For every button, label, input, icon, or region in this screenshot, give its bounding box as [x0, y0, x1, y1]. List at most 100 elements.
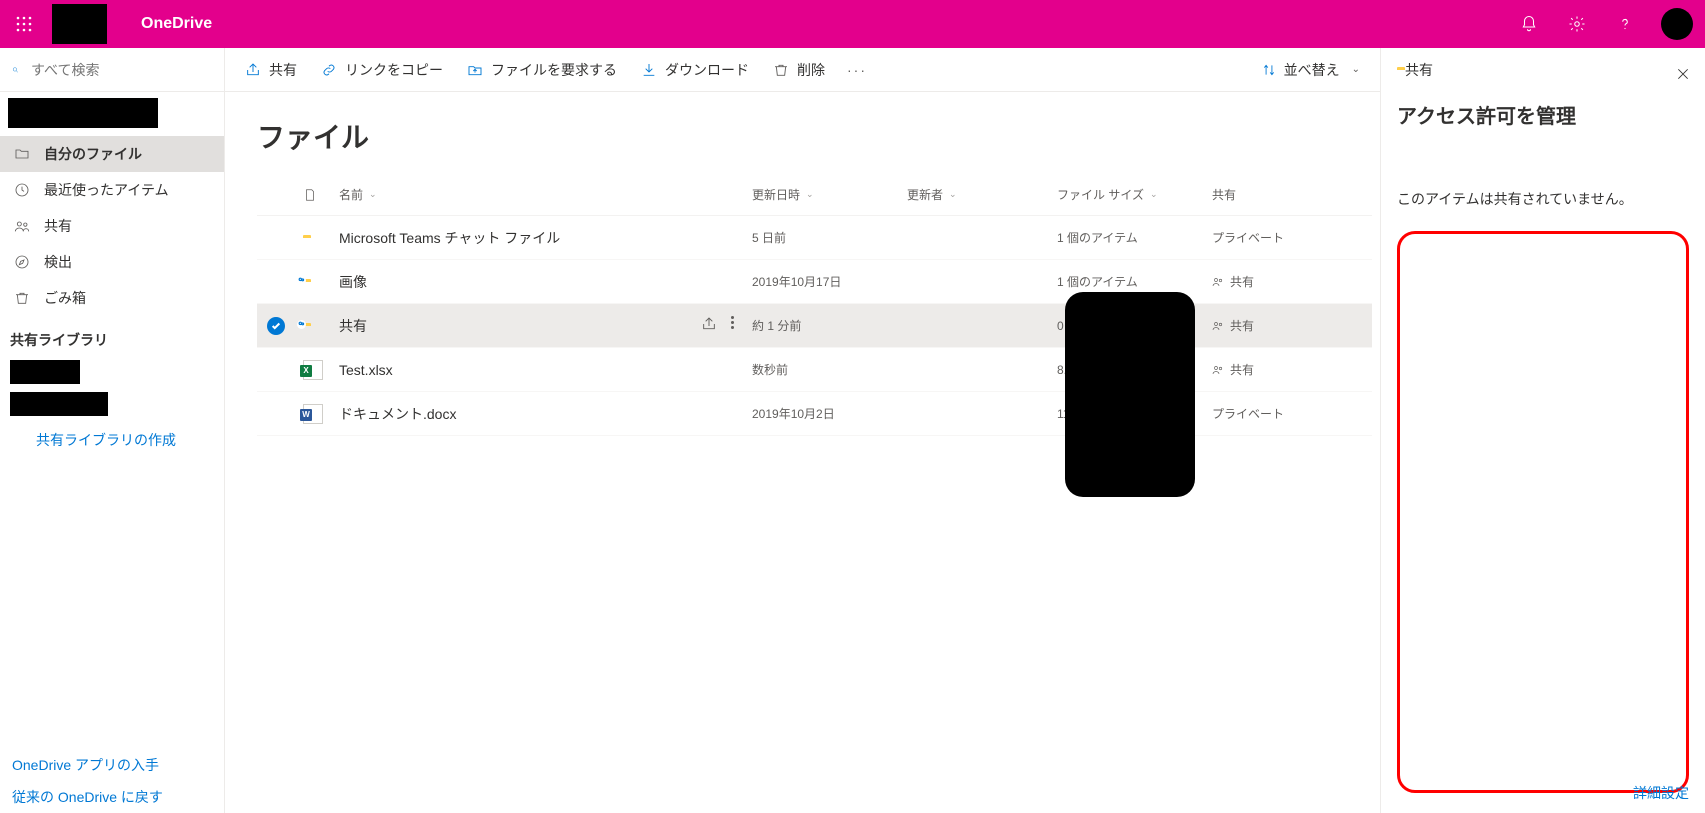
nav-label: 検出 [44, 252, 72, 272]
download-icon [641, 62, 657, 78]
create-shared-library-link[interactable]: 共有ライブラリの作成 [0, 420, 224, 450]
file-row[interactable]: ドキュメント.docx2019年10月2日11.1 KBプライベート [257, 392, 1372, 436]
file-sharing: プライベート [1212, 405, 1372, 422]
selected-check-icon[interactable] [267, 317, 285, 335]
file-row[interactable]: 画像2019年10月17日1 個のアイテム共有 [257, 260, 1372, 304]
people-icon [1212, 364, 1224, 376]
panel-message: このアイテムは共有されていません。 [1397, 189, 1689, 209]
file-modified: 5 日前 [752, 229, 907, 246]
nav-discover[interactable]: 検出 [0, 244, 224, 280]
file-modified: 数秒前 [752, 361, 907, 378]
column-header-name[interactable]: 名前⌄ [339, 186, 752, 203]
discover-icon [14, 254, 30, 270]
main-content: 共有 リンクをコピー ファイルを要求する ダウンロード 削除 ··· [225, 48, 1380, 813]
request-files-icon [467, 62, 483, 78]
sort-button[interactable]: 並べ替え ⌄ [1250, 60, 1372, 80]
nav-recent[interactable]: 最近使ったアイテム [0, 172, 224, 208]
command-bar: 共有 リンクをコピー ファイルを要求する ダウンロード 削除 ··· [225, 48, 1380, 92]
settings-button[interactable] [1553, 0, 1601, 48]
file-name: Microsoft Teams チャット ファイル [339, 228, 560, 248]
cmd-label: 並べ替え [1284, 60, 1340, 80]
file-modified: 約 1 分前 [752, 317, 907, 334]
chevron-down-icon: ⌄ [1150, 189, 1158, 200]
file-sharing: 共有 [1212, 273, 1372, 290]
account-avatar[interactable] [1661, 8, 1693, 40]
file-sharing: 共有 [1212, 317, 1372, 334]
advanced-settings-link[interactable]: 詳細設定 [1633, 783, 1689, 803]
search-box[interactable] [0, 48, 224, 92]
people-icon [14, 218, 30, 234]
excel-file-icon [303, 360, 323, 380]
close-icon [1675, 66, 1691, 82]
panel-title: アクセス許可を管理 [1397, 100, 1689, 129]
file-size: 1 個のアイテム [1057, 273, 1212, 290]
nav-label: 自分のファイル [44, 144, 142, 164]
help-button[interactable] [1601, 0, 1649, 48]
file-name: Test.xlsx [339, 362, 393, 378]
manage-access-panel: 共有 アクセス許可を管理 このアイテムは共有されていません。 詳細設定 [1380, 48, 1705, 813]
share-button[interactable]: 共有 [233, 48, 309, 92]
cmd-label: 共有 [269, 60, 297, 80]
shared-library-redacted[interactable] [10, 392, 108, 416]
share-icon [245, 62, 261, 78]
file-size: 1 個のアイテム [1057, 229, 1212, 246]
panel-item-name: 共有 [1405, 60, 1433, 80]
chevron-down-icon: ⌄ [806, 189, 814, 200]
column-header-sharing[interactable]: 共有 [1212, 186, 1372, 203]
nav-shared[interactable]: 共有 [0, 208, 224, 244]
folder-icon [14, 146, 30, 162]
chevron-down-icon: ⌄ [949, 189, 957, 200]
cmd-label: リンクをコピー [345, 60, 443, 80]
cmd-label: 削除 [797, 60, 825, 80]
classic-onedrive-link[interactable]: 従来の OneDrive に戻す [0, 781, 224, 813]
close-panel-button[interactable] [1675, 66, 1691, 87]
column-header-size[interactable]: ファイル サイズ⌄ [1057, 186, 1212, 203]
file-row[interactable]: Microsoft Teams チャット ファイル 5 日前 1 個のアイテムプライ… [257, 216, 1372, 260]
file-type-column-icon [303, 188, 317, 202]
delete-icon [773, 62, 789, 78]
link-icon [321, 62, 337, 78]
delete-button[interactable]: 削除 [761, 48, 837, 92]
file-row[interactable]: 共有約 1 分前0 個のアイテム共有 [257, 304, 1372, 348]
notifications-button[interactable] [1505, 0, 1553, 48]
more-commands-button[interactable]: ··· [837, 48, 877, 92]
copy-link-button[interactable]: リンクをコピー [309, 48, 455, 92]
file-name: ドキュメント.docx [339, 404, 456, 424]
nav-label: 最近使ったアイテム [44, 180, 169, 200]
shared-library-redacted[interactable] [10, 360, 80, 384]
row-share-button[interactable] [701, 316, 717, 335]
app-name: OneDrive [141, 15, 212, 33]
page-title: ファイル [225, 92, 1380, 174]
people-icon [1212, 320, 1224, 332]
tenant-redacted [52, 4, 107, 44]
app-launcher-button[interactable] [0, 0, 48, 48]
nav-label: ごみ箱 [44, 288, 86, 308]
row-more-button[interactable] [731, 316, 734, 335]
trash-icon [14, 290, 30, 306]
people-icon [1212, 276, 1224, 288]
column-header-modified[interactable]: 更新日時⌄ [752, 186, 907, 203]
file-modified: 2019年10月2日 [752, 405, 907, 422]
search-input[interactable] [31, 62, 212, 78]
word-file-icon [303, 404, 323, 424]
user-name-redacted [8, 98, 158, 128]
request-files-button[interactable]: ファイルを要求する [455, 48, 629, 92]
highlight-annotation [1397, 231, 1689, 793]
nav-my-files[interactable]: 自分のファイル [0, 136, 224, 172]
file-name: 共有 [339, 316, 367, 336]
chevron-down-icon: ⌄ [369, 189, 377, 200]
get-onedrive-app-link[interactable]: OneDrive アプリの入手 [0, 749, 224, 781]
app-header: OneDrive [0, 0, 1705, 48]
cmd-label: ダウンロード [665, 60, 749, 80]
file-sharing: 共有 [1212, 361, 1372, 378]
file-sharing: プライベート [1212, 229, 1372, 246]
nav-recycle-bin[interactable]: ごみ箱 [0, 280, 224, 316]
file-list-header: 名前⌄ 更新日時⌄ 更新者⌄ ファイル サイズ⌄ 共有 [257, 174, 1372, 216]
sort-icon [1262, 63, 1276, 77]
file-list: 名前⌄ 更新日時⌄ 更新者⌄ ファイル サイズ⌄ 共有 Microso [225, 174, 1380, 436]
file-name: 画像 [339, 272, 367, 292]
search-icon [12, 62, 19, 78]
download-button[interactable]: ダウンロード [629, 48, 761, 92]
column-header-modified-by[interactable]: 更新者⌄ [907, 186, 1057, 203]
file-row[interactable]: Test.xlsx数秒前8.27 KB共有 [257, 348, 1372, 392]
